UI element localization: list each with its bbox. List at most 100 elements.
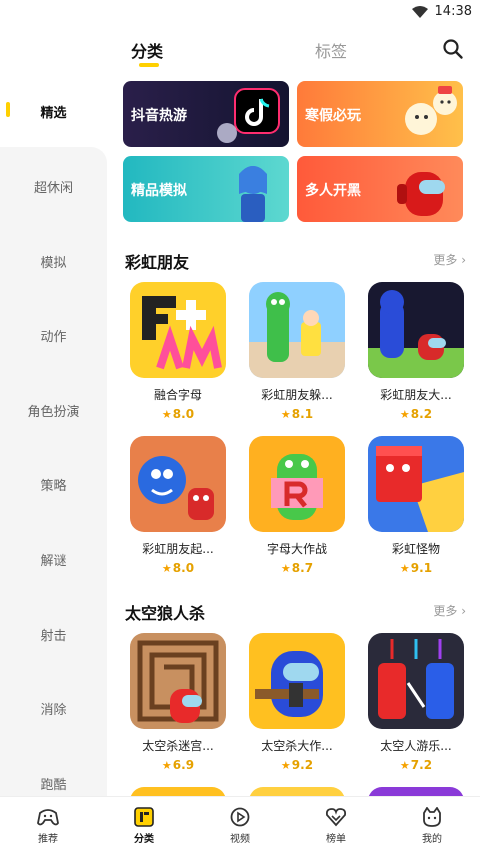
bottom-nav-label: 我的 [422, 834, 442, 845]
banner-premium-sim[interactable]: 精品模拟 [123, 156, 289, 222]
tiktok-icon [217, 88, 280, 143]
banner-label: 精品模拟 [131, 183, 187, 199]
game-card[interactable]: 太空杀迷宫... ★6.9 [130, 633, 226, 772]
game-rating: ★7.2 [399, 758, 433, 772]
tab-category-label: 分类 [131, 42, 164, 61]
game-name: 太空杀迷宫... [142, 739, 214, 753]
wifi-icon [412, 6, 428, 18]
star-icon: ★ [399, 408, 410, 421]
chevron-right-icon: › [461, 253, 466, 267]
game-icon-space-battle [249, 633, 345, 729]
game-card[interactable] [368, 787, 464, 796]
game-name: 彩虹朋友大... [380, 388, 452, 402]
tab-category[interactable]: 分类 [131, 38, 164, 67]
game-name: 字母大作战 [266, 542, 327, 556]
banner-label: 抖音热游 [131, 108, 187, 124]
gamepad-icon [37, 809, 59, 826]
status-time: 14:38 [434, 4, 472, 19]
cat-face-icon [423, 807, 441, 827]
star-icon: ★ [161, 562, 172, 575]
bottom-nav-video[interactable]: 视频 [192, 797, 288, 853]
game-name: 彩虹朋友起... [142, 542, 214, 556]
game-icon-partial [368, 787, 464, 796]
cartoon-cats-icon [405, 86, 457, 135]
star-icon: ★ [399, 759, 410, 772]
game-card[interactable]: 彩虹朋友躲... ★8.1 [249, 282, 345, 421]
game-card[interactable] [249, 787, 345, 796]
game-name: 太空杀大作... [261, 739, 333, 753]
banner-winter-must-play[interactable]: 寒假必玩 [297, 81, 463, 147]
more-label: 更多 [433, 604, 458, 618]
banner-label: 多人开黑 [305, 183, 361, 199]
sidebar-item-action[interactable]: 动作 [0, 326, 107, 345]
tab-tags[interactable]: 标签 [315, 38, 347, 62]
top-tabs: 分类 标签 [107, 26, 480, 72]
game-rating: ★8.0 [161, 561, 195, 575]
game-rating: ★8.0 [161, 407, 195, 421]
sidebar-item-roleplay[interactable]: 角色扮演 [0, 401, 107, 420]
sidebar-item-puzzle[interactable]: 解谜 [0, 550, 107, 569]
heart-badge-icon [325, 808, 347, 827]
star-icon: ★ [161, 759, 172, 772]
sidebar-item-simulation[interactable]: 模拟 [0, 252, 107, 271]
game-card[interactable]: 彩虹朋友大... ★8.2 [368, 282, 464, 421]
game-icon-partial [130, 787, 226, 796]
game-icon-rainbow-monster [368, 436, 464, 532]
game-rating: ★8.7 [280, 561, 314, 575]
crewmate-icon [397, 172, 445, 216]
game-name: 融合字母 [153, 388, 202, 402]
main-content: 抖音热游 寒假必玩 精品模拟 多人开黑 彩虹朋友 更多 › 融合字母 ★8.0 … [107, 72, 480, 796]
banner-douyin-hot[interactable]: 抖音热游 [123, 81, 289, 147]
star-icon: ★ [280, 759, 291, 772]
more-label: 更多 [433, 253, 458, 267]
game-card[interactable]: 彩虹朋友起... ★8.0 [130, 436, 226, 575]
anime-girl-icon [239, 166, 267, 222]
sidebar-item-featured[interactable]: 精选 [0, 102, 107, 121]
game-card[interactable]: 彩虹怪物 ★9.1 [368, 436, 464, 575]
tab-tags-label: 标签 [315, 42, 348, 61]
sidebar-item-shooter[interactable]: 射击 [0, 625, 107, 644]
game-card[interactable]: 字母大作战 ★8.7 [249, 436, 345, 575]
game-card[interactable]: 太空杀大作... ★9.2 [249, 633, 345, 772]
game-name: 彩虹怪物 [391, 542, 440, 556]
game-icon-partial [249, 787, 345, 796]
category-icon [134, 807, 154, 827]
tab-active-indicator [139, 63, 159, 67]
star-icon: ★ [399, 562, 410, 575]
game-icon-rainbow-hide [249, 282, 345, 378]
star-icon: ★ [280, 408, 291, 421]
category-sidebar: 精选 超休闲 模拟 动作 角色扮演 策略 解谜 射击 消除 跑酷 [0, 72, 107, 796]
status-bar: 14:38 [0, 0, 480, 26]
sidebar-item-parkour[interactable]: 跑酷 [0, 774, 107, 793]
bottom-nav-label: 视频 [230, 834, 250, 845]
bottom-nav-label: 榜单 [326, 834, 346, 845]
game-icon-letter-merge [130, 282, 226, 378]
banner-multiplayer[interactable]: 多人开黑 [297, 156, 463, 222]
game-rating: ★8.1 [280, 407, 314, 421]
search-icon[interactable] [442, 38, 464, 60]
section-title-space-werewolf: 太空狼人杀 [125, 604, 206, 623]
play-icon [230, 807, 250, 827]
bottom-nav-label: 推荐 [38, 834, 58, 845]
game-name: 太空人游乐... [380, 739, 452, 753]
star-icon: ★ [161, 408, 172, 421]
bottom-nav: 推荐 分类 视频 榜单 我的 [0, 796, 480, 853]
game-name: 彩虹朋友躲... [261, 388, 333, 402]
game-card[interactable] [130, 787, 226, 796]
bottom-nav-category[interactable]: 分类 [96, 797, 192, 853]
bottom-nav-recommend[interactable]: 推荐 [0, 797, 96, 853]
more-link-space-werewolf[interactable]: 更多 › [433, 602, 466, 619]
game-rating: ★6.9 [161, 758, 195, 772]
bottom-nav-ranking[interactable]: 榜单 [288, 797, 384, 853]
game-icon-letter-battle [249, 436, 345, 532]
game-card[interactable]: 太空人游乐... ★7.2 [368, 633, 464, 772]
more-link-rainbow-friends[interactable]: 更多 › [433, 251, 466, 268]
bottom-nav-profile[interactable]: 我的 [384, 797, 480, 853]
chevron-right-icon: › [461, 604, 466, 618]
sidebar-item-strategy[interactable]: 策略 [0, 475, 107, 494]
game-rating: ★9.1 [399, 561, 433, 575]
game-card[interactable]: 融合字母 ★8.0 [130, 282, 226, 421]
sidebar-item-match[interactable]: 消除 [0, 699, 107, 718]
game-rating: ★8.2 [399, 407, 433, 421]
sidebar-item-casual[interactable]: 超休闲 [0, 177, 107, 196]
